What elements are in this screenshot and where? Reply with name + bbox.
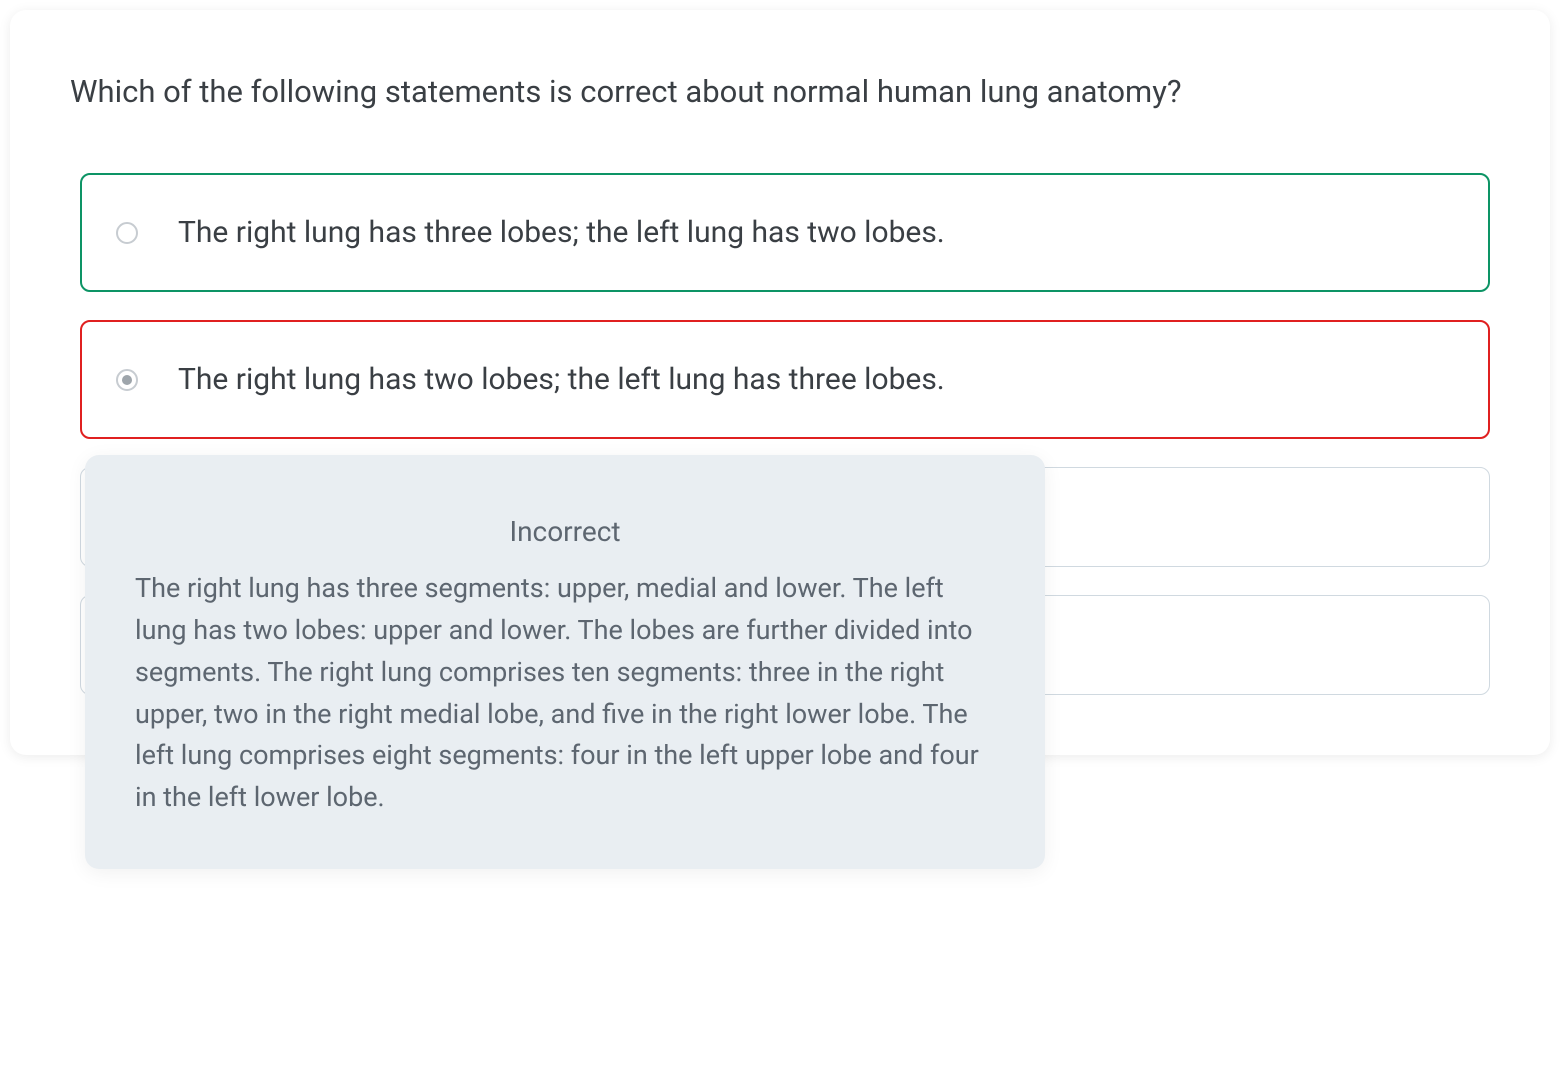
question-text: Which of the following statements is cor…	[70, 70, 1490, 113]
feedback-panel: Incorrect The right lung has three segme…	[85, 455, 1045, 869]
option-text: The right lung has three lobes; the left…	[178, 213, 945, 252]
quiz-card: Which of the following statements is cor…	[10, 10, 1550, 755]
option-2[interactable]: The right lung has two lobes; the left l…	[80, 320, 1490, 439]
radio-checked-icon	[116, 369, 138, 391]
option-1[interactable]: The right lung has three lobes; the left…	[80, 173, 1490, 292]
feedback-title: Incorrect	[135, 515, 995, 548]
radio-unchecked-icon	[116, 222, 138, 244]
option-text: The right lung has two lobes; the left l…	[178, 360, 945, 399]
feedback-body: The right lung has three segments: upper…	[135, 568, 995, 819]
